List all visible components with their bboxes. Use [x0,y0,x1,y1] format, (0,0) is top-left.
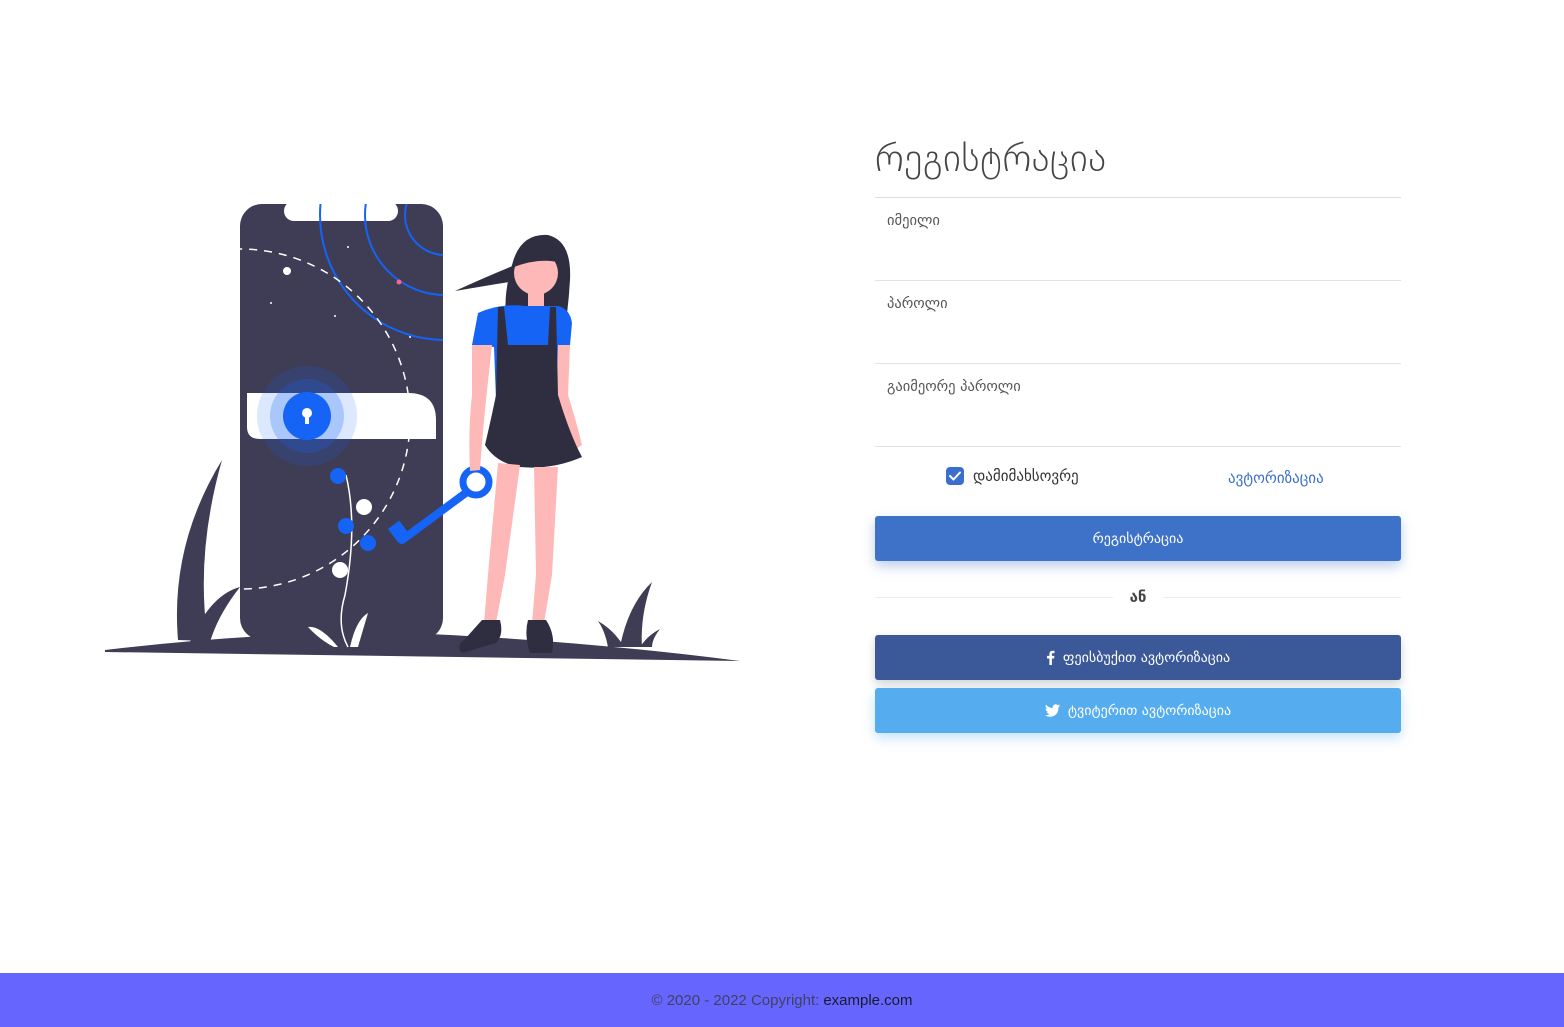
registration-form: რეგისტრაცია დამიმახსოვრე ავტორიზაცია რეგ… [875,130,1401,733]
copyright-text: © 2020 - 2022 Copyright: [651,991,820,1009]
footer-site-link[interactable]: example.com [823,992,912,1009]
or-line-right [1163,597,1401,598]
twitter-button-label: ტვიტერით ავტორიზაცია [1067,702,1232,719]
register-button-label: რეგისტრაცია [1092,530,1184,547]
confirm-password-field[interactable] [875,364,1401,446]
password-field[interactable] [875,281,1401,363]
email-field-wrapper [875,198,1401,281]
facebook-login-button[interactable]: ფეისბუქით ავტორიზაცია [875,635,1401,680]
login-link[interactable]: ავტორიზაცია [1228,469,1324,487]
remember-me-label: დამიმახსოვრე [973,467,1079,485]
security-login-illustration [100,195,745,665]
password-field-wrapper [875,281,1401,364]
register-button[interactable]: რეგისტრაცია [875,516,1401,561]
footer: © 2020 - 2022 Copyright: example.com [0,973,1564,1027]
or-divider: ან [875,561,1401,635]
facebook-button-label: ფეისბუქით ავტორიზაცია [1062,649,1231,666]
twitter-login-button[interactable]: ტვიტერით ავტორიზაცია [875,688,1401,733]
twitter-icon [1044,704,1060,717]
remember-row: დამიმახსოვრე ავტორიზაცია [875,447,1401,515]
facebook-icon [1046,650,1055,665]
check-icon[interactable] [946,467,964,485]
remember-me-checkbox[interactable]: დამიმახსოვრე [946,467,1079,485]
email-field[interactable] [875,198,1401,280]
confirm-password-field-wrapper [875,364,1401,447]
page-title: რეგისტრაცია [875,136,1107,180]
